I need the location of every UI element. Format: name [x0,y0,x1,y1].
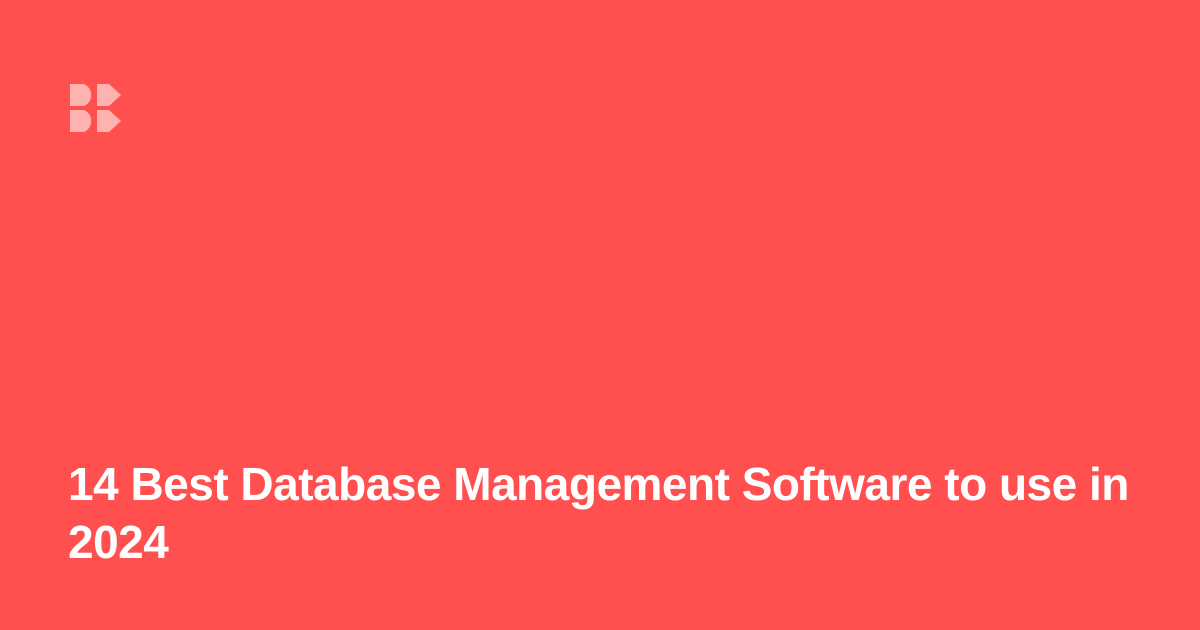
brand-logo-icon [70,84,121,132]
article-title: 14 Best Database Management Software to … [68,458,1129,568]
og-card: 14 Best Database Management Software to … [0,0,1200,630]
